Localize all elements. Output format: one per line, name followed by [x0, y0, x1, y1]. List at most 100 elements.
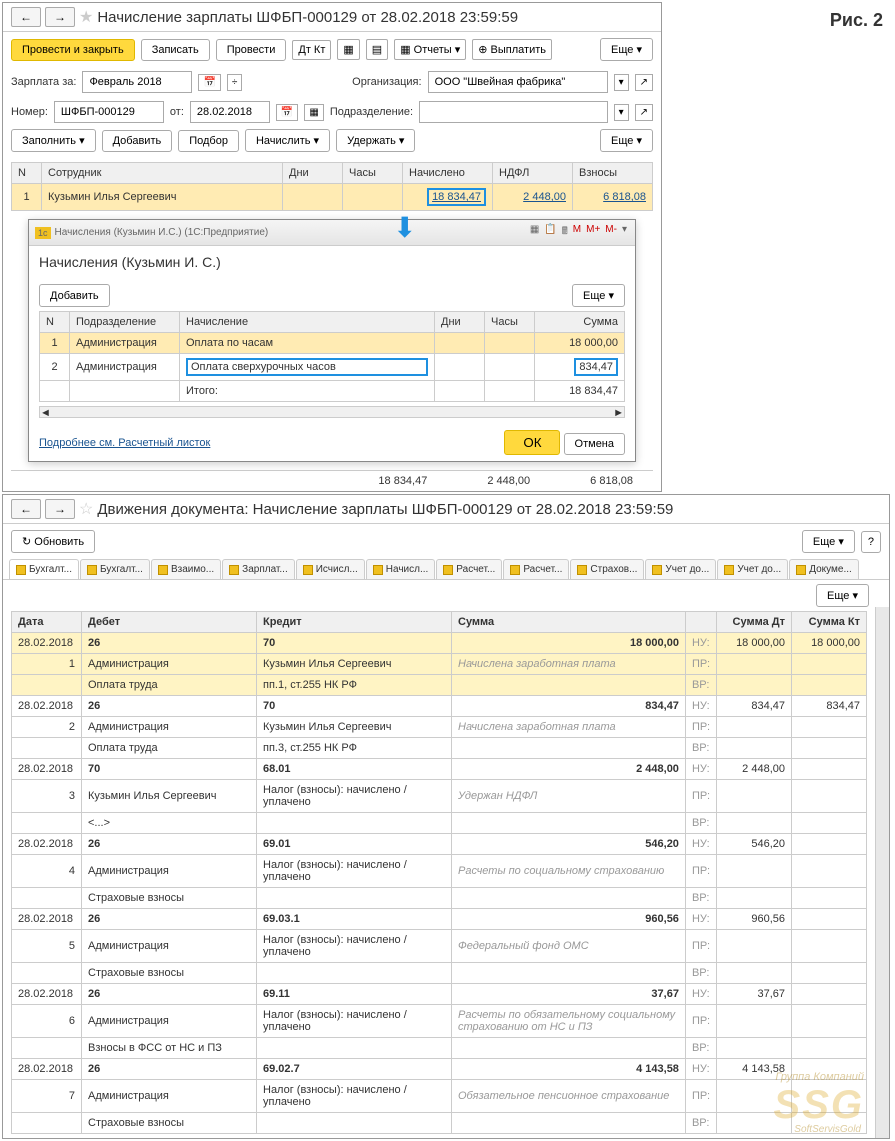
- dtkt-icon[interactable]: Дт Кт: [292, 40, 331, 60]
- tab-0[interactable]: Бухгалт...: [9, 559, 79, 579]
- tab-10[interactable]: Учет до...: [717, 559, 788, 579]
- vertical-scrollbar[interactable]: [875, 607, 889, 1138]
- entry-row[interactable]: 3Кузьмин Илья СергеевичНалог (взносы): н…: [12, 780, 867, 813]
- date-calendar-icon[interactable]: 📅: [276, 104, 298, 121]
- entry-row[interactable]: Оплата трудапп.3, ст.255 НК РФВР:: [12, 738, 867, 759]
- tab-9[interactable]: Учет до...: [645, 559, 716, 579]
- icon3[interactable]: ▦: [304, 104, 323, 121]
- entry-row[interactable]: 28.02.2018267018 000,00НУ:18 000,0018 00…: [12, 633, 867, 654]
- popup-icon[interactable]: 🖩: [560, 223, 570, 242]
- date-input[interactable]: [190, 101, 270, 123]
- entry-row[interactable]: <...>ВР:: [12, 813, 867, 834]
- entry-row[interactable]: 28.02.20182669.02.74 143,58НУ:4 143,58: [12, 1059, 867, 1080]
- entry-row[interactable]: Страховые взносыВР:: [12, 888, 867, 909]
- dept-label: Подразделение:: [330, 106, 413, 118]
- cancel-button[interactable]: Отмена: [564, 433, 625, 455]
- col-hours[interactable]: Часы: [343, 163, 403, 184]
- entry-row[interactable]: 28.02.20182670834,47НУ:834,47834,47: [12, 696, 867, 717]
- entry-row[interactable]: 7АдминистрацияНалог (взносы): начислено …: [12, 1080, 867, 1113]
- entry-row[interactable]: 4АдминистрацияНалог (взносы): начислено …: [12, 855, 867, 888]
- write-button[interactable]: Записать: [141, 39, 210, 61]
- nav-back-button-2[interactable]: ←: [11, 499, 41, 519]
- add-button[interactable]: Добавить: [102, 130, 173, 152]
- org-dropdown-icon[interactable]: ▾: [614, 74, 629, 91]
- tab-5[interactable]: Начисл...: [366, 559, 436, 579]
- entry-row[interactable]: 1АдминистрацияКузьмин Илья СергеевичНачи…: [12, 654, 867, 675]
- dept-open-icon[interactable]: ↗: [635, 104, 653, 121]
- entry-row[interactable]: 28.02.20182669.03.1960,56НУ:960,56: [12, 909, 867, 930]
- number-input[interactable]: [54, 101, 164, 123]
- nav-back-button[interactable]: ←: [11, 7, 41, 27]
- tab-11[interactable]: Докуме...: [789, 559, 859, 579]
- entry-row[interactable]: 2АдминистрацияКузьмин Илья СергеевичНачи…: [12, 717, 867, 738]
- tab-4[interactable]: Исчисл...: [296, 559, 365, 579]
- table-row[interactable]: 1 Кузьмин Илья Сергеевич 18 834,47 2 448…: [12, 184, 653, 211]
- dept-dropdown-icon[interactable]: ▾: [614, 104, 629, 121]
- popup-icon[interactable]: ▦: [528, 223, 541, 242]
- more-button-3[interactable]: Еще ▾: [802, 530, 855, 553]
- col-days[interactable]: Дни: [283, 163, 343, 184]
- icon2[interactable]: ▤: [366, 39, 388, 60]
- entry-row[interactable]: 28.02.20187068.012 448,00НУ:2 448,00: [12, 759, 867, 780]
- more-button[interactable]: Еще ▾: [600, 38, 653, 61]
- help-button[interactable]: ?: [861, 531, 881, 553]
- col-employee[interactable]: Сотрудник: [42, 163, 283, 184]
- ok-button[interactable]: ОК: [504, 430, 560, 455]
- period-calendar-icon[interactable]: 📅: [198, 74, 220, 91]
- org-input[interactable]: [428, 71, 608, 93]
- tab-3[interactable]: Зарплат...: [222, 559, 295, 579]
- overtime-highlight: Оплата сверхурочных часов: [186, 358, 428, 376]
- entry-row[interactable]: Страховые взносыВР:: [12, 963, 867, 984]
- more-button-4[interactable]: Еще ▾: [816, 584, 869, 607]
- more-button-2[interactable]: Еще ▾: [600, 129, 653, 152]
- table-row[interactable]: 1 Администрация Оплата по часам 18 000,0…: [40, 333, 625, 354]
- contrib-link[interactable]: 6 818,08: [603, 191, 646, 203]
- dept-input[interactable]: [419, 101, 608, 123]
- entry-row[interactable]: 28.02.20182669.01546,20НУ:546,20: [12, 834, 867, 855]
- tab-6[interactable]: Расчет...: [436, 559, 502, 579]
- col-contributions[interactable]: Взносы: [573, 163, 653, 184]
- reports-button[interactable]: ▦ Отчеты ▾: [394, 39, 466, 60]
- tab-7[interactable]: Расчет...: [503, 559, 569, 579]
- popup-add-button[interactable]: Добавить: [39, 284, 110, 307]
- fill-button[interactable]: Заполнить ▾: [11, 129, 96, 152]
- accrue-button[interactable]: Начислить ▾: [245, 129, 330, 152]
- entry-row[interactable]: 5АдминистрацияНалог (взносы): начислено …: [12, 930, 867, 963]
- period-input[interactable]: [82, 71, 192, 93]
- watermark-small: Группа Компаний: [775, 1071, 864, 1083]
- col-n[interactable]: N: [12, 163, 42, 184]
- tab-2[interactable]: Взаимо...: [151, 559, 221, 579]
- accrued-link[interactable]: 18 834,47: [427, 188, 486, 206]
- popup-icon[interactable]: 📋: [542, 223, 558, 242]
- icon1[interactable]: ▦: [337, 39, 359, 60]
- col-accrued[interactable]: Начислено: [403, 163, 493, 184]
- popup-more-button[interactable]: Еще ▾: [572, 284, 625, 307]
- pick-button[interactable]: Подбор: [178, 130, 239, 152]
- org-open-icon[interactable]: ↗: [635, 74, 653, 91]
- col-ndfl[interactable]: НДФЛ: [493, 163, 573, 184]
- period-step-icon[interactable]: ÷: [227, 74, 243, 91]
- entry-row[interactable]: 28.02.20182669.1137,67НУ:37,67: [12, 984, 867, 1005]
- entry-row[interactable]: 6АдминистрацияНалог (взносы): начислено …: [12, 1005, 867, 1038]
- nav-fwd-button-2[interactable]: →: [45, 499, 75, 519]
- pay-button[interactable]: ⊕ Выплатить: [472, 39, 552, 60]
- ndfl-link[interactable]: 2 448,00: [523, 191, 566, 203]
- entry-row[interactable]: Взносы в ФСС от НС и ПЗВР:: [12, 1038, 867, 1059]
- entry-row[interactable]: Оплата трудапп.1, ст.255 НК РФВР:: [12, 675, 867, 696]
- table-row[interactable]: 2 Администрация Оплата сверхурочных часо…: [40, 354, 625, 381]
- post-button[interactable]: Провести: [216, 39, 287, 61]
- favorite-star-icon[interactable]: ★: [79, 7, 93, 27]
- horizontal-scrollbar[interactable]: ◄►: [39, 406, 625, 418]
- favorite-star-icon-2[interactable]: ☆: [79, 499, 93, 519]
- tab-8[interactable]: Страхов...: [570, 559, 644, 579]
- deduct-button[interactable]: Удержать ▾: [336, 129, 415, 152]
- detail-link[interactable]: Подробнее см. Расчетный листок: [39, 437, 210, 449]
- tab-1[interactable]: Бухгалт...: [80, 559, 150, 579]
- refresh-button[interactable]: ↻ Обновить: [11, 530, 95, 553]
- post-and-close-button[interactable]: Провести и закрыть: [11, 39, 135, 61]
- popup-dropdown-icon[interactable]: ▾: [620, 223, 629, 242]
- totals-row: 18 834,47 2 448,00 6 818,08: [11, 470, 653, 491]
- nav-fwd-button[interactable]: →: [45, 7, 75, 27]
- entry-row[interactable]: Страховые взносыВР:: [12, 1113, 867, 1134]
- mplus-indicator: M+: [584, 223, 602, 242]
